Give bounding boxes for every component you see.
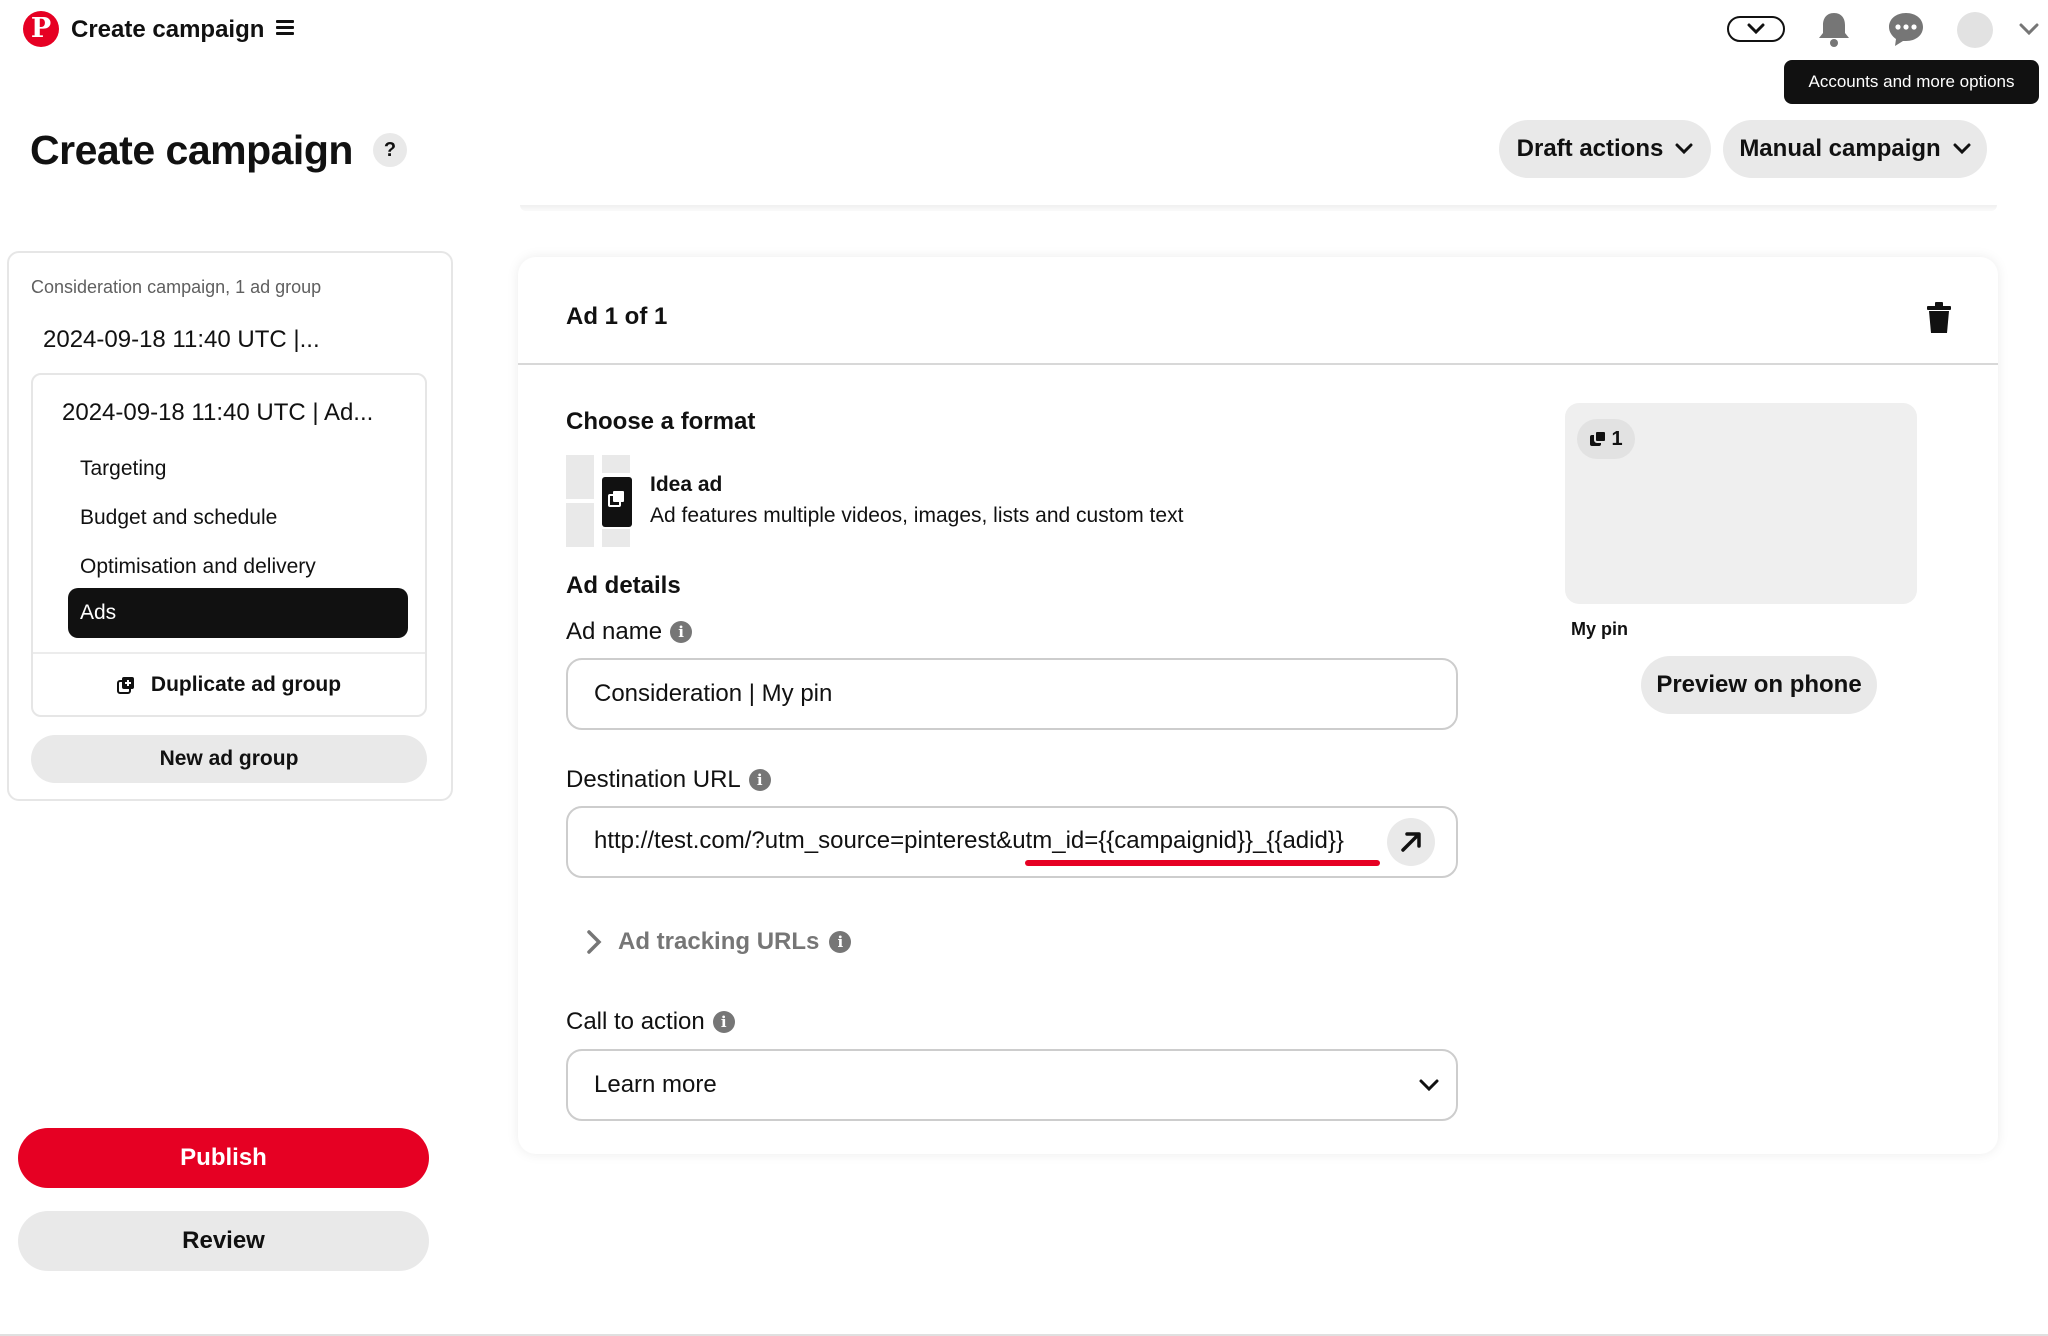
manual-campaign-label: Manual campaign	[1739, 135, 1941, 162]
avatar[interactable]	[1957, 12, 1993, 48]
more-options-chevron-icon[interactable]	[2018, 20, 2040, 38]
ad-group-divider	[33, 652, 425, 654]
idea-ad-format-icon[interactable]	[566, 455, 632, 547]
messages-icon[interactable]	[1887, 10, 1925, 48]
open-url-button[interactable]	[1387, 818, 1435, 866]
ad-tracking-urls-label: Ad tracking URLs	[618, 928, 820, 955]
pages-icon	[1590, 430, 1608, 446]
campaign-name-link[interactable]: 2024-09-18 11:40 UTC |...	[43, 325, 320, 355]
chevron-down-icon	[1953, 143, 1971, 155]
manual-campaign-button[interactable]: Manual campaign	[1723, 120, 1987, 178]
duplicate-ad-group-button[interactable]: Duplicate ad group	[33, 656, 425, 714]
preview-on-phone-button[interactable]: Preview on phone	[1641, 656, 1877, 714]
sidebar-item-ads[interactable]: Ads	[68, 588, 408, 638]
section-divider	[520, 205, 1997, 211]
hamburger-menu-icon[interactable]	[276, 20, 294, 36]
bell-icon[interactable]	[1817, 10, 1851, 48]
top-bar: P Create campaign	[0, 0, 2048, 60]
accounts-tooltip: Accounts and more options	[1784, 60, 2039, 104]
call-to-action-label: Call to action i	[566, 1007, 735, 1037]
chevron-down-icon	[1675, 143, 1693, 155]
arrow-up-right-icon	[1401, 832, 1421, 852]
app-title: Create campaign	[71, 16, 265, 43]
draft-actions-button[interactable]: Draft actions	[1499, 120, 1711, 178]
chevron-right-icon	[587, 930, 602, 954]
account-switcher-button[interactable]	[1727, 16, 1785, 42]
info-icon[interactable]: i	[670, 621, 693, 643]
pinterest-logo-icon[interactable]: P	[23, 11, 59, 47]
ad-name-label: Ad name i	[566, 617, 693, 647]
new-ad-group-button[interactable]: New ad group	[31, 735, 427, 783]
ad-count-title: Ad 1 of 1	[566, 303, 668, 330]
call-to-action-select[interactable]: Learn more	[566, 1049, 1458, 1121]
choose-format-heading: Choose a format	[566, 408, 756, 435]
sidebar-item-optimisation[interactable]: Optimisation and delivery	[80, 554, 316, 580]
annotation-underline	[1025, 860, 1380, 866]
destination-url-label-text: Destination URL	[566, 766, 741, 793]
draft-actions-label: Draft actions	[1516, 135, 1664, 162]
ad-name-label-text: Ad name	[566, 618, 663, 645]
info-icon[interactable]: i	[829, 931, 852, 953]
duplicate-icon	[116, 677, 134, 694]
format-description: Ad features multiple videos, images, lis…	[650, 504, 1184, 527]
info-icon[interactable]: i	[748, 769, 771, 791]
ad-group-name-link[interactable]: 2024-09-18 11:40 UTC | Ad...	[62, 398, 373, 428]
sidebar-item-targeting[interactable]: Targeting	[80, 456, 166, 482]
preview-caption: My pin	[1571, 619, 1628, 639]
duplicate-ad-group-label: Duplicate ad group	[150, 673, 342, 696]
chevron-down-icon[interactable]	[1418, 1077, 1440, 1093]
format-title: Idea ad	[650, 473, 723, 496]
trash-icon[interactable]	[1925, 302, 1953, 334]
page-count-value: 1	[1611, 427, 1623, 450]
ad-tracking-urls-toggle[interactable]: Ad tracking URLs i	[586, 927, 852, 957]
ad-name-input[interactable]: Consideration | My pin	[566, 658, 1458, 730]
destination-url-value[interactable]: http://test.com/?utm_source=pinterest&ut…	[594, 826, 1344, 856]
destination-url-label: Destination URL i	[566, 765, 771, 795]
review-button[interactable]: Review	[18, 1211, 429, 1271]
call-to-action-label-text: Call to action	[566, 1008, 705, 1035]
page-count-badge: 1	[1577, 419, 1635, 459]
sidebar-item-budget[interactable]: Budget and schedule	[80, 505, 277, 531]
publish-button[interactable]: Publish	[18, 1128, 429, 1188]
ad-details-heading: Ad details	[566, 572, 681, 599]
page-title: Create campaign	[30, 127, 353, 173]
info-icon[interactable]: i	[712, 1011, 735, 1033]
chevron-down-icon	[1747, 23, 1765, 35]
help-icon[interactable]: ?	[373, 133, 407, 167]
campaign-subtitle: Consideration campaign, 1 ad group	[31, 277, 322, 297]
card-header-divider	[518, 363, 1998, 365]
